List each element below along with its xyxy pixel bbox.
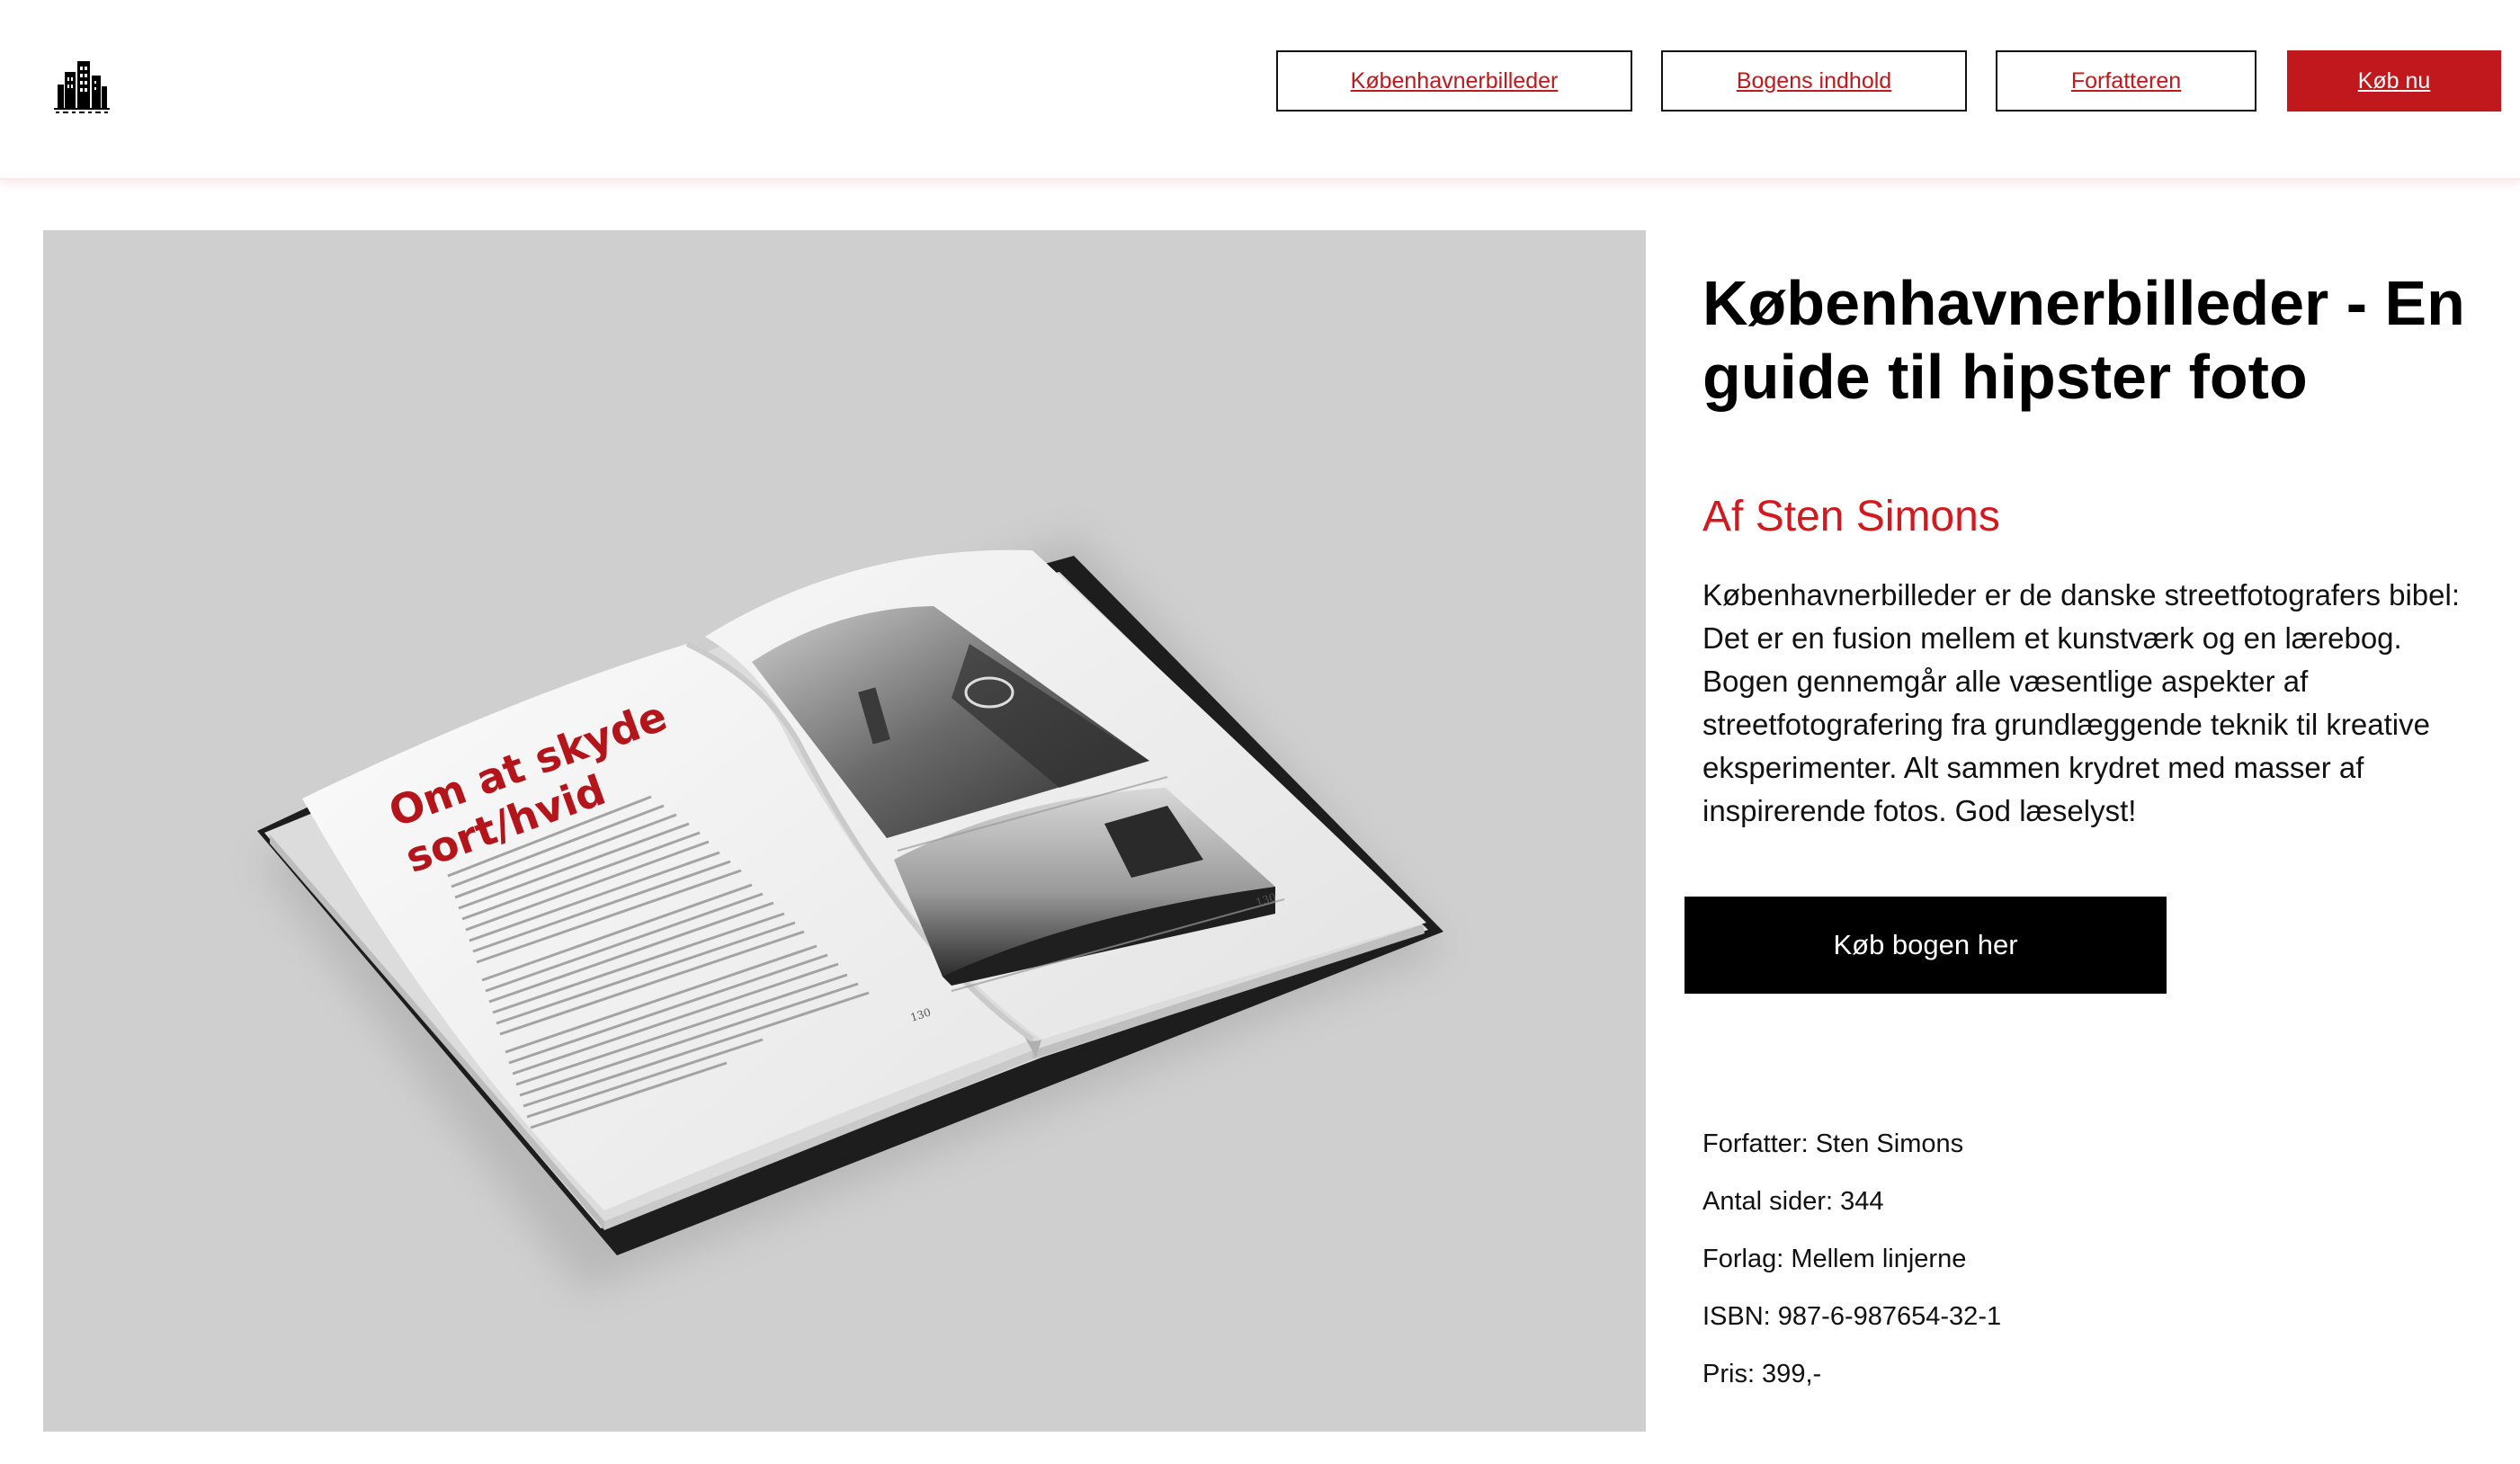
logo[interactable] bbox=[52, 56, 112, 115]
open-book-illustration: Om at skyde sort/hvid 130 130 bbox=[257, 536, 1446, 1291]
fact-price: Pris: 399,- bbox=[1702, 1360, 1822, 1388]
nav-bogens-indhold[interactable]: Bogens indhold bbox=[1661, 50, 1967, 112]
book-facts-list: Forfatter: Sten Simons Antal sider: 344 … bbox=[1702, 1115, 2001, 1403]
fact-pages: Antal sider: 344 bbox=[1702, 1187, 1884, 1216]
nav-koebenhavnerbilleder[interactable]: Københavnerbilleder bbox=[1276, 50, 1632, 112]
nav-koeb-nu-button[interactable]: Køb nu bbox=[2287, 50, 2501, 112]
book-hero-image: Om at skyde sort/hvid 130 130 bbox=[43, 230, 1646, 1432]
fact-isbn: ISBN: 987-6-987654-32-1 bbox=[1702, 1302, 2002, 1331]
fact-author: Forfatter: Sten Simons bbox=[1702, 1129, 1964, 1158]
nav-forfatteren[interactable]: Forfatteren bbox=[1996, 50, 2256, 112]
book-byline: Af Sten Simons bbox=[1702, 493, 2000, 540]
fact-publisher: Forlag: Mellem linjerne bbox=[1702, 1245, 1967, 1273]
book-description: Københavnerbilleder er de danske streetf… bbox=[1702, 578, 2460, 827]
buy-book-button[interactable]: Køb bogen her bbox=[1684, 897, 2167, 994]
book-title: Københavnerbilleder - En guide til hipst… bbox=[1702, 268, 2465, 412]
site-header: Københavnerbilleder Bogens indhold Forfa… bbox=[0, 0, 2520, 180]
city-buildings-logo-icon bbox=[54, 61, 110, 113]
